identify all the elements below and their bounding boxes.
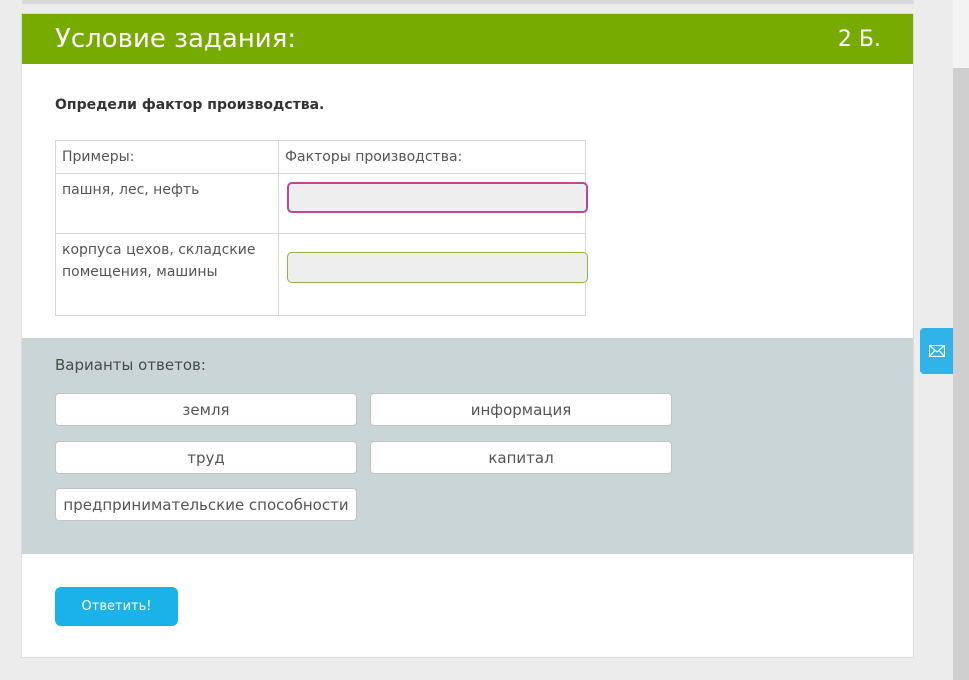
submit-button[interactable]: Ответить! bbox=[55, 587, 178, 626]
answer-option-predprinimatelskie[interactable]: предпринимательские способности bbox=[55, 488, 357, 521]
answer-option-zemlya[interactable]: земля bbox=[55, 393, 357, 426]
previous-card-edge bbox=[22, 0, 914, 4]
task-points: 2 Б. bbox=[837, 27, 881, 52]
task-header: Условие задания: 2 Б. bbox=[22, 14, 913, 64]
task-card: Условие задания: 2 Б. Определи фактор пр… bbox=[21, 13, 914, 658]
feedback-button[interactable] bbox=[920, 328, 953, 374]
scrollbar-thumb[interactable] bbox=[953, 68, 969, 680]
answer-drop-zone[interactable] bbox=[287, 182, 588, 213]
answer-drop-zone[interactable] bbox=[287, 252, 588, 283]
task-title: Условие задания: bbox=[55, 24, 297, 54]
answer-options-title: Варианты ответов: bbox=[55, 356, 206, 374]
matching-table: Примеры: Факторы производства: пашня, ле… bbox=[55, 140, 588, 316]
table-header-examples: Примеры: bbox=[55, 140, 279, 174]
example-cell: пашня, лес, нефть bbox=[55, 173, 279, 234]
question-text: Определи фактор производства. bbox=[55, 97, 325, 113]
answer-option-trud[interactable]: труд bbox=[55, 441, 357, 474]
table-header-row: Примеры: Факторы производства: bbox=[55, 140, 586, 174]
mail-icon bbox=[929, 345, 945, 357]
answer-option-kapital[interactable]: капитал bbox=[370, 441, 672, 474]
answer-options-panel: Варианты ответов: земля информация труд … bbox=[22, 338, 913, 554]
table-row: пашня, лес, нефть bbox=[55, 173, 588, 234]
answer-option-informatsiya[interactable]: информация bbox=[370, 393, 672, 426]
answer-cell bbox=[278, 233, 588, 316]
table-row: корпуса цехов, складские помещения, маши… bbox=[55, 233, 588, 316]
table-header-factors: Факторы производства: bbox=[278, 140, 586, 174]
example-cell: корпуса цехов, складские помещения, маши… bbox=[55, 233, 279, 316]
answer-cell bbox=[278, 173, 588, 234]
